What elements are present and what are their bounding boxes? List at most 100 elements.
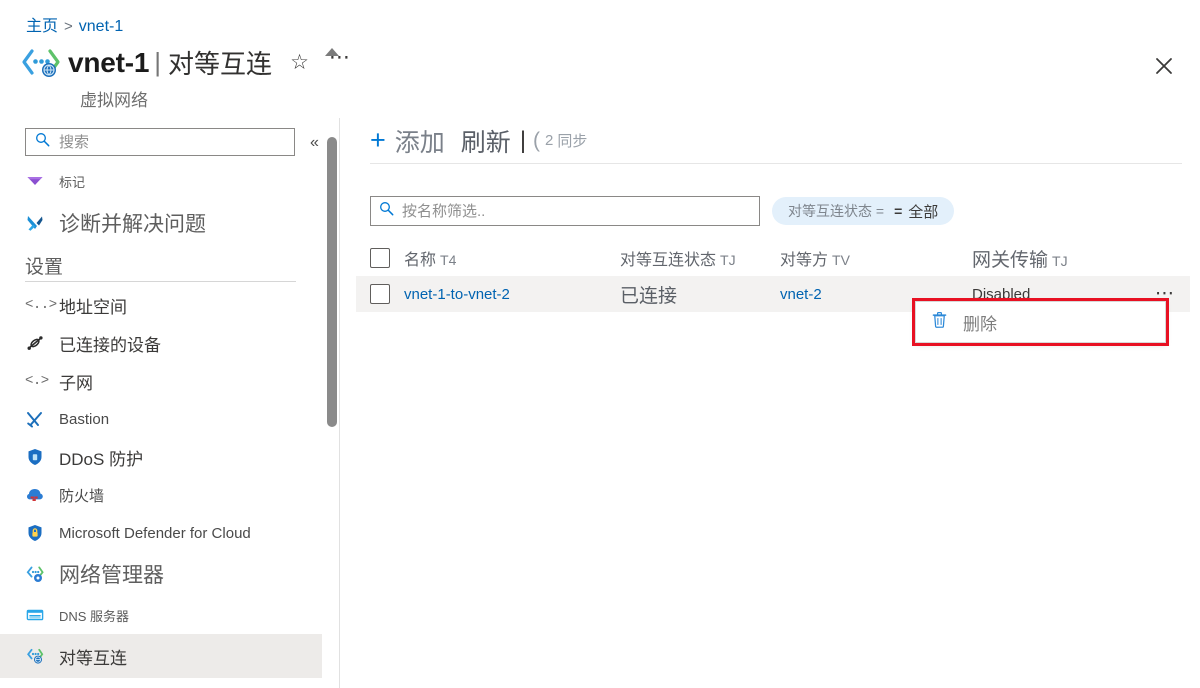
sidebar-item-defender-for-cloud[interactable]: Microsoft Defender for Cloud	[0, 514, 322, 552]
column-header-label: 对等方	[780, 252, 829, 269]
sidebar-item-connected-devices[interactable]: 已连接的设备	[0, 324, 322, 362]
bastion-icon	[25, 409, 51, 429]
refresh-button[interactable]: 刷新	[445, 123, 511, 159]
column-header-gateway-transit[interactable]: 网关传输 TJ	[972, 245, 1172, 272]
command-bar-separator: |	[519, 126, 527, 154]
column-sort-code: TJ	[1052, 252, 1068, 269]
sidebar-item-peerings[interactable]: 对等互连	[0, 634, 322, 678]
address-space-icon: <..>	[25, 297, 57, 313]
sidebar-item-dns-servers[interactable]: DNS 服务器	[0, 596, 322, 634]
sync-button-label: 同步	[557, 133, 588, 150]
troubleshoot-icon	[25, 213, 51, 233]
search-icon	[35, 132, 50, 152]
sidebar-item-label: DDoS 防护	[59, 449, 144, 469]
sidebar: « 标记 诊断并解决问题 设置	[0, 118, 322, 688]
chevron-double-left-icon[interactable]: «	[310, 134, 319, 152]
sidebar-item-address-space[interactable]: <..> 地址空间	[0, 286, 322, 324]
select-all-checkbox[interactable]	[370, 248, 390, 268]
search-icon	[379, 201, 394, 221]
title-pipe: |	[154, 47, 162, 77]
sidebar-item-label: Microsoft Defender for Cloud	[59, 524, 251, 542]
column-sort-code: T4	[440, 252, 457, 268]
sidebar-item-label: 标记	[59, 174, 86, 190]
sidebar-item-network-manager[interactable]: 网络管理器	[0, 552, 322, 596]
virtual-network-icon	[20, 45, 60, 81]
sidebar-item-label: 子网	[59, 373, 93, 393]
page-subtitle: 虚拟网络	[80, 91, 148, 110]
sidebar-search-box[interactable]	[25, 128, 295, 156]
delete-menu-item-label: 删除	[963, 314, 997, 334]
breadcrumb-current[interactable]: vnet-1	[79, 18, 123, 35]
sidebar-item-troubleshoot[interactable]: 诊断并解决问题	[0, 200, 322, 246]
row-checkbox[interactable]	[370, 284, 390, 304]
peering-status-value: 已连接	[620, 285, 678, 307]
connected-devices-icon	[25, 333, 51, 353]
sidebar-nav-list: 标记 诊断并解决问题 设置 <..> 地址空间 已连接的设备 <.> 子网 Ba…	[0, 162, 322, 678]
command-bar: + 添加 刷新 | ( 2 同步	[340, 118, 1188, 163]
sidebar-item-bastion[interactable]: Bastion	[0, 400, 322, 438]
table-header-row: 名称 T4 对等互连状态 TJ 对等方 TV 网关传输 TJ	[356, 240, 1190, 276]
refresh-button-label: 刷新	[460, 128, 511, 157]
column-header-peering-status[interactable]: 对等互连状态 TJ	[620, 246, 780, 270]
column-header-label: 对等互连状态	[620, 252, 717, 269]
peering-status-filter-pill[interactable]: 对等互连状态 = = 全部	[772, 197, 955, 225]
peering-name-link[interactable]: vnet-1-to-vnet-2	[404, 286, 620, 303]
sidebar-section-settings: 设置	[25, 257, 64, 278]
column-sort-code: TV	[832, 252, 850, 268]
tag-icon	[25, 171, 51, 191]
breadcrumb-home[interactable]: 主页	[26, 18, 58, 35]
page-section-title: 对等互连	[168, 49, 273, 79]
subnet-icon: <.>	[25, 373, 49, 389]
sidebar-item-label: 对等互连	[59, 648, 127, 668]
close-icon[interactable]	[1150, 52, 1178, 80]
name-filter-input[interactable]	[400, 201, 759, 221]
gateway-transit-value: Disabled	[972, 285, 1031, 303]
sidebar-item-label: 网络管理器	[59, 564, 164, 587]
defender-shield-icon	[25, 523, 51, 543]
add-button-label: 添加	[394, 128, 445, 157]
page-title-row: vnet-1 | 对等互连 ☆ ⋯	[20, 44, 352, 81]
peer-link[interactable]: vnet-2	[780, 286, 972, 303]
main-content: + 添加 刷新 | ( 2 同步 按名称筛选.. 对等互连状态 = = 全部 名…	[340, 118, 1200, 688]
breadcrumb-separator: >	[64, 18, 73, 35]
column-header-peer[interactable]: 对等方 TV	[780, 246, 972, 270]
search-input[interactable]	[57, 132, 294, 152]
filter-row: 对等互连状态 = = 全部	[370, 196, 1182, 228]
plus-icon: +	[370, 125, 386, 155]
delete-menu-item[interactable]: 删除	[916, 302, 1165, 342]
azure-portal-blade: 主页 > vnet-1 vnet-1 | 对等互连 ☆ ⋯ 虚拟网络 搜索 « …	[0, 0, 1200, 688]
sync-arc-icon: (	[533, 128, 541, 152]
column-header-label: 名称	[404, 252, 437, 269]
filter-pill-operator: =	[894, 203, 903, 219]
sidebar-item-label: 诊断并解决问题	[59, 213, 206, 236]
row-context-menu[interactable]: 删除	[915, 301, 1166, 343]
column-header-name[interactable]: 名称 T4	[404, 246, 620, 270]
add-button[interactable]: + 添加	[370, 123, 445, 159]
sidebar-item-label: Bastion	[59, 410, 110, 428]
sidebar-item-label: 地址空间	[59, 297, 127, 317]
page-title: vnet-1	[68, 46, 150, 78]
sidebar-item-subnets[interactable]: <.> 子网	[0, 362, 322, 400]
sidebar-item-firewall[interactable]: 防火墙	[0, 476, 322, 514]
sidebar-item-tags[interactable]: 标记	[0, 162, 322, 200]
sidebar-item-label: DNS 服务器	[59, 608, 130, 624]
peering-icon	[25, 646, 51, 666]
command-bar-divider	[370, 163, 1182, 164]
ddos-shield-icon	[25, 447, 51, 467]
sidebar-item-label: 防火墙	[59, 487, 105, 505]
firewall-icon	[25, 485, 51, 505]
scrollbar-thumb[interactable]	[327, 137, 337, 427]
scroll-up-arrow-icon[interactable]	[325, 48, 339, 56]
sidebar-item-ddos-protection[interactable]: DDoS 防护	[0, 438, 322, 476]
network-manager-icon	[25, 564, 51, 584]
filter-pill-value: 全部	[908, 203, 939, 221]
sync-count: 2	[545, 132, 554, 149]
star-outline-icon[interactable]: ☆	[290, 52, 309, 73]
dns-server-icon	[25, 605, 51, 625]
sync-button[interactable]: ( 2 同步	[533, 129, 587, 153]
sidebar-divider	[25, 281, 296, 282]
breadcrumb: 主页 > vnet-1	[26, 12, 123, 36]
name-filter-box[interactable]	[370, 196, 760, 226]
filter-pill-label: 对等互连状态 =	[788, 203, 885, 219]
sidebar-scrollbar[interactable]	[325, 48, 339, 568]
